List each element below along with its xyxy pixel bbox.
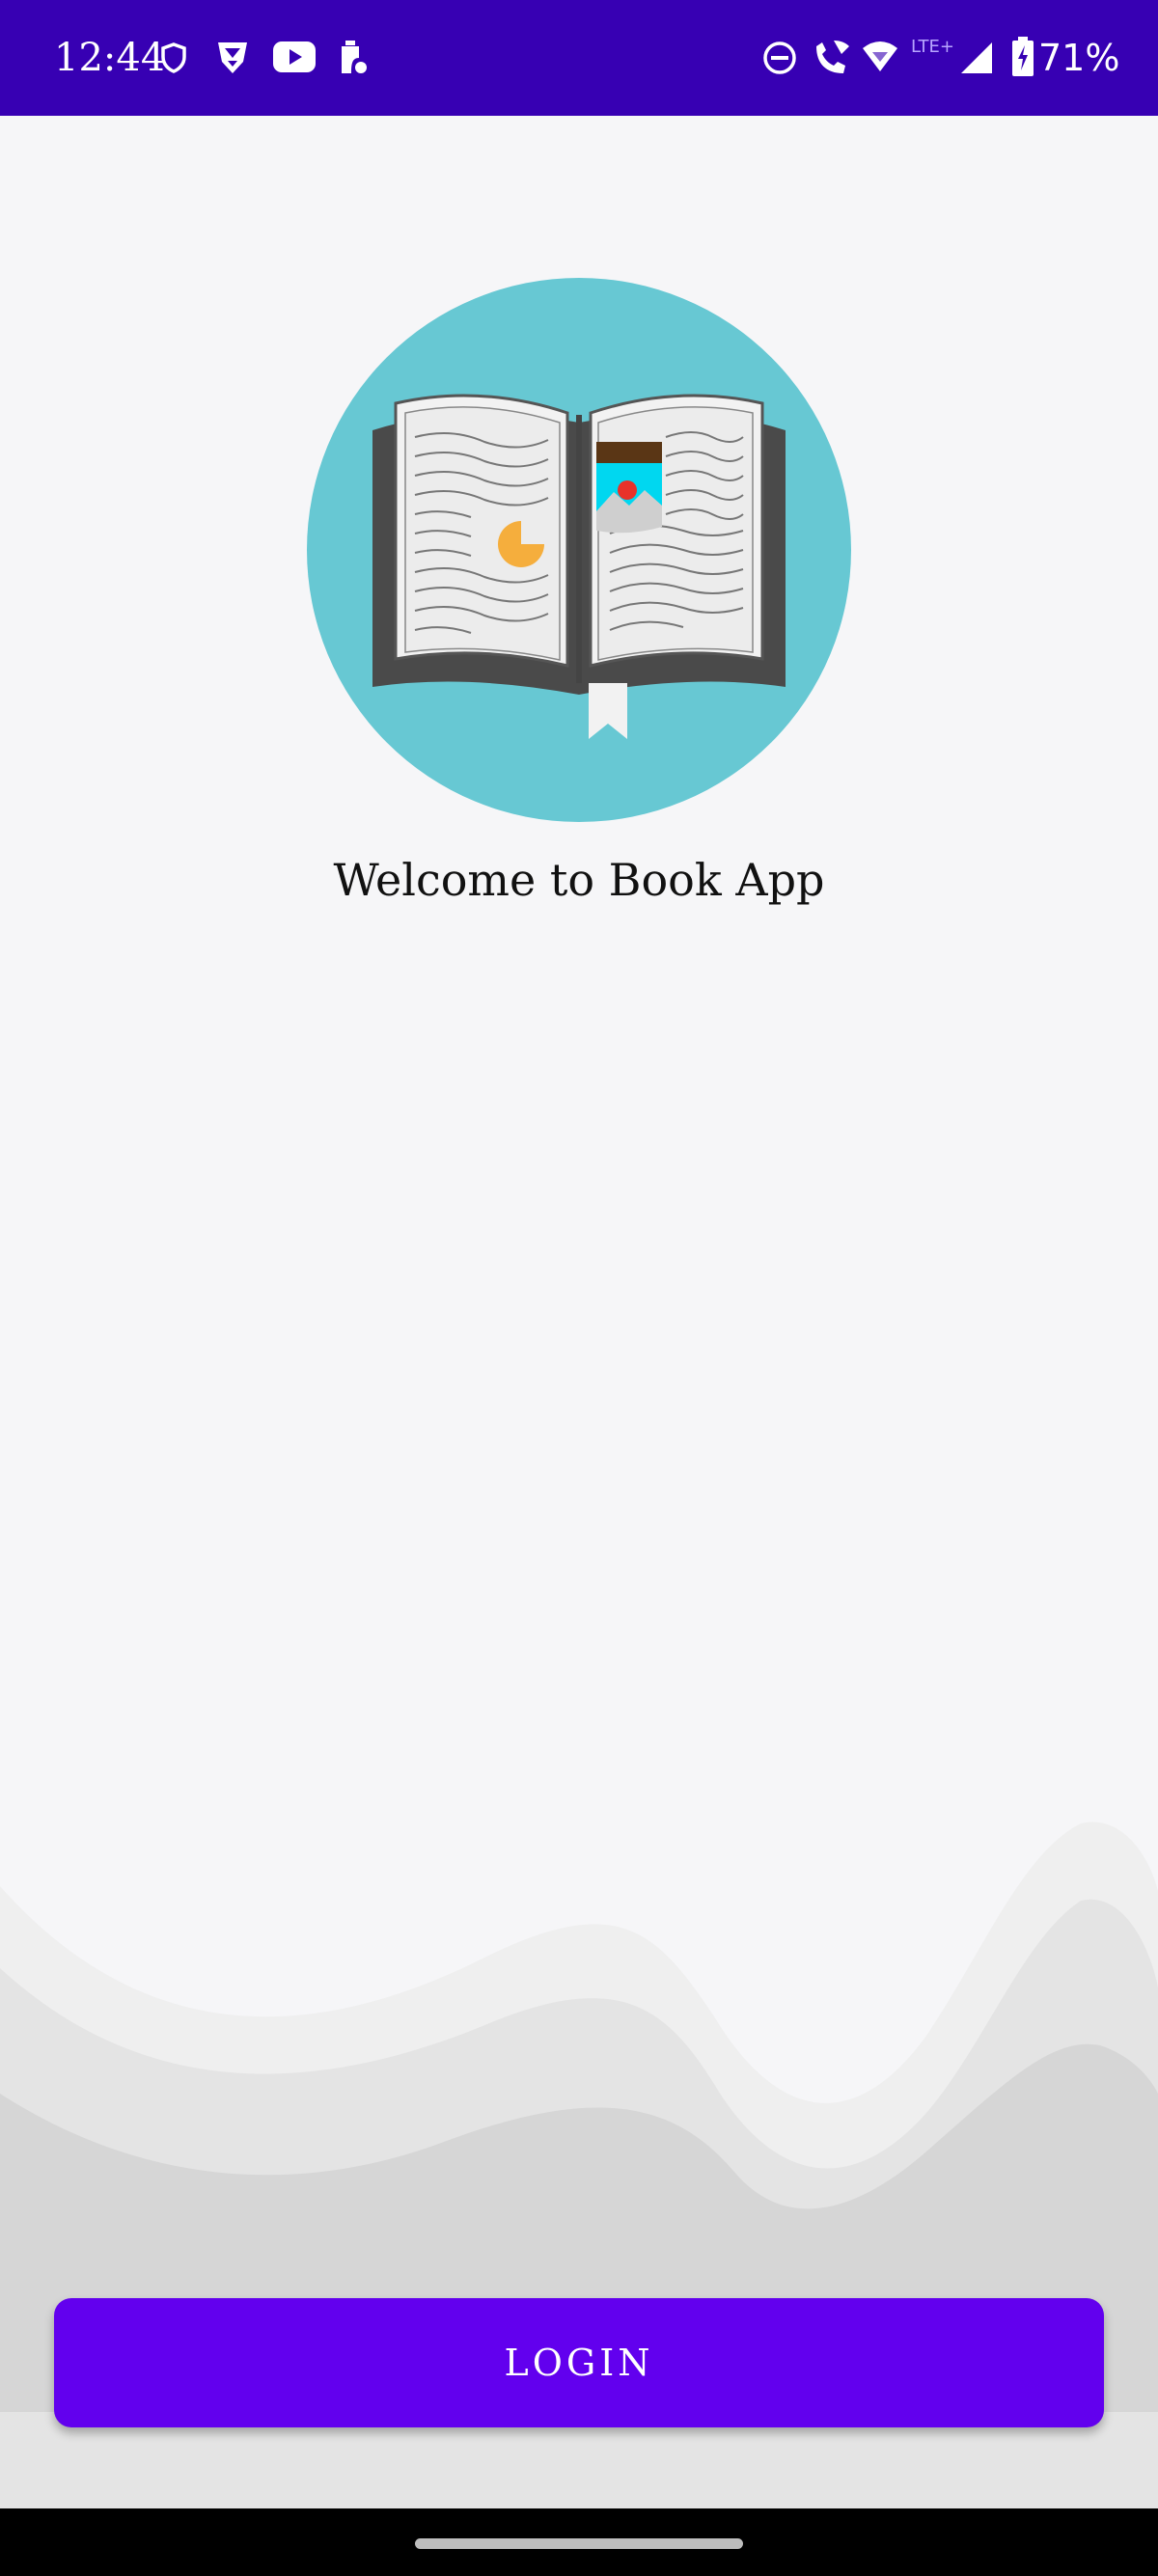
battery-charging-icon xyxy=(1012,37,1034,76)
shield-icon xyxy=(161,42,186,73)
battery-percentage: 71% xyxy=(1038,37,1120,79)
lte-icon: LTE+ xyxy=(911,37,954,57)
vpn-icon xyxy=(218,42,247,73)
battery-saver-icon xyxy=(342,41,367,73)
status-bar: 12:44 LTE+ 71% xyxy=(0,0,1158,116)
open-book-icon xyxy=(307,278,851,822)
signal-icon xyxy=(961,42,992,73)
login-button[interactable]: LOGIN xyxy=(54,2298,1104,2427)
wifi-calling-icon xyxy=(816,41,849,73)
home-gesture-handle[interactable] xyxy=(415,2538,743,2549)
welcome-text: Welcome to Book App xyxy=(333,854,825,906)
do-not-disturb-icon xyxy=(763,41,796,74)
status-time: 12:44 xyxy=(54,36,166,80)
wifi-icon xyxy=(863,41,897,71)
youtube-icon xyxy=(273,41,316,72)
